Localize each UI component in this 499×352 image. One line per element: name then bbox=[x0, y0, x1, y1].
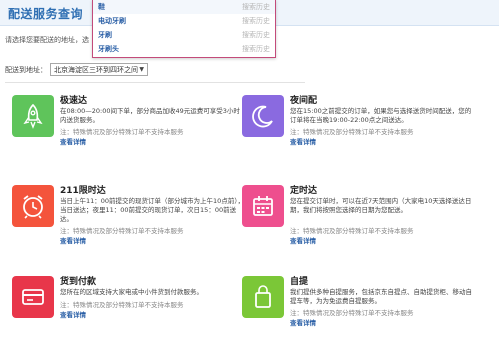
service-description: 在08:00—20:00间下单，部分商品加收49元运费可享受3小时内送货服务。 bbox=[60, 107, 240, 124]
service-title: 极速达 bbox=[60, 96, 88, 106]
service-note: 注：特殊情况及部分特殊订单不支持本服务 bbox=[60, 301, 184, 309]
service-card-express: 极速达 在08:00—20:00间下单，部分商品加收49元运费可享受3小时内送货… bbox=[12, 95, 247, 151]
service-card-scheduled: 定时达 您在提交订单时，可以在近7天范围内（大家电10天选择送达日期，我们将按照… bbox=[242, 185, 477, 245]
service-description: 您在提交订单时，可以在近7天范围内（大家电10天选择送达日期，我们将按照您选择的… bbox=[290, 197, 472, 214]
suggestion-item[interactable]: 电动牙刷 搜索历史 bbox=[93, 14, 275, 28]
suggestion-item[interactable]: 鞋 搜索历史 bbox=[93, 0, 275, 14]
service-card-cod: 货到付款 您所在的区域支持大家电或中小件货到付款服务。 注：特殊情况及部分特殊订… bbox=[12, 276, 247, 332]
area-select[interactable]: 北京海淀区三环到四环之间 ▼ bbox=[50, 63, 148, 76]
chevron-down-icon: ▼ bbox=[139, 66, 144, 73]
moon-icon bbox=[242, 95, 284, 137]
service-description: 您所在的区域支持大家电或中小件货到付款服务。 bbox=[60, 288, 203, 296]
service-description: 我们提供多种自提服务，包括京东自提点、自助提货柜、移动自提车等，为为免运费自提服… bbox=[290, 288, 472, 305]
page-title: 配送服务查询 bbox=[8, 7, 84, 21]
view-details-link[interactable]: 查看详情 bbox=[60, 235, 86, 245]
service-note: 注：特殊情况及部分特殊订单不支持本服务 bbox=[60, 128, 184, 136]
suggestion-text: 牙刷头 bbox=[98, 45, 119, 53]
suggestion-item[interactable]: 牙刷头 搜索历史 bbox=[93, 42, 275, 56]
suggestion-hint: 搜索历史 bbox=[242, 3, 270, 11]
view-details-link[interactable]: 查看详情 bbox=[290, 235, 316, 245]
alarm-clock-icon bbox=[12, 185, 54, 227]
divider bbox=[5, 82, 305, 83]
service-card-pickup: 自提 我们提供多种自提服务，包括京东自提点、自助提货柜、移动自提车等，为为免运费… bbox=[242, 276, 477, 332]
service-note: 注：特殊情况及部分特殊订单不支持本服务 bbox=[290, 309, 414, 317]
suggestion-text: 牙刷 bbox=[98, 31, 112, 39]
service-title: 自提 bbox=[290, 277, 309, 287]
service-description: 您在15:00之前提交的订单，如果您与选择送货时间配送，您的订单将在当晚19:0… bbox=[290, 107, 472, 124]
suggestion-hint: 搜索历史 bbox=[242, 31, 270, 39]
view-details-link[interactable]: 查看详情 bbox=[60, 136, 86, 146]
intro-text: 请选择您要配送的地址，选 bbox=[5, 36, 89, 44]
suggestion-hint: 搜索历史 bbox=[242, 45, 270, 53]
search-suggestion-dropdown: 鞋 搜索历史 电动牙刷 搜索历史 牙刷 搜索历史 牙刷头 搜索历史 bbox=[92, 0, 276, 58]
service-title: 211限时达 bbox=[60, 186, 106, 196]
service-card-night: 夜间配 您在15:00之前提交的订单，如果您与选择送货时间配送，您的订单将在当晚… bbox=[242, 95, 477, 151]
service-note: 注：特殊情况及部分特殊订单不支持本服务 bbox=[290, 128, 414, 136]
credit-card-icon bbox=[12, 276, 54, 318]
area-label: 配送到地址： bbox=[5, 65, 47, 74]
calendar-icon bbox=[242, 185, 284, 227]
service-title: 夜间配 bbox=[290, 96, 318, 106]
suggestion-hint: 搜索历史 bbox=[242, 17, 270, 25]
service-note: 注：特殊情况及部分特殊订单不支持本服务 bbox=[290, 227, 414, 235]
suggestion-text: 电动牙刷 bbox=[98, 17, 126, 25]
area-select-value: 北京海淀区三环到四环之间 bbox=[54, 65, 138, 74]
service-title: 定时达 bbox=[290, 186, 318, 196]
service-title: 货到付款 bbox=[60, 277, 97, 287]
area-selector-row: 配送到地址： 北京海淀区三环到四环之间 ▼ bbox=[5, 63, 148, 76]
service-description: 当日上午11：00前提交的现货订单（部分城市为上午10点前），当日送达；夜里11… bbox=[60, 197, 245, 223]
service-note: 注：特殊情况及部分特殊订单不支持本服务 bbox=[60, 227, 184, 235]
view-details-link[interactable]: 查看详情 bbox=[290, 136, 316, 146]
suggestion-item[interactable]: 牙刷 搜索历史 bbox=[93, 28, 275, 42]
service-card-211: 211限时达 当日上午11：00前提交的现货订单（部分城市为上午10点前），当日… bbox=[12, 185, 247, 245]
rocket-icon bbox=[12, 95, 54, 137]
view-details-link[interactable]: 查看详情 bbox=[290, 317, 316, 327]
shopping-bag-icon bbox=[242, 276, 284, 318]
view-details-link[interactable]: 查看详情 bbox=[60, 309, 86, 319]
suggestion-text: 鞋 bbox=[98, 3, 105, 11]
